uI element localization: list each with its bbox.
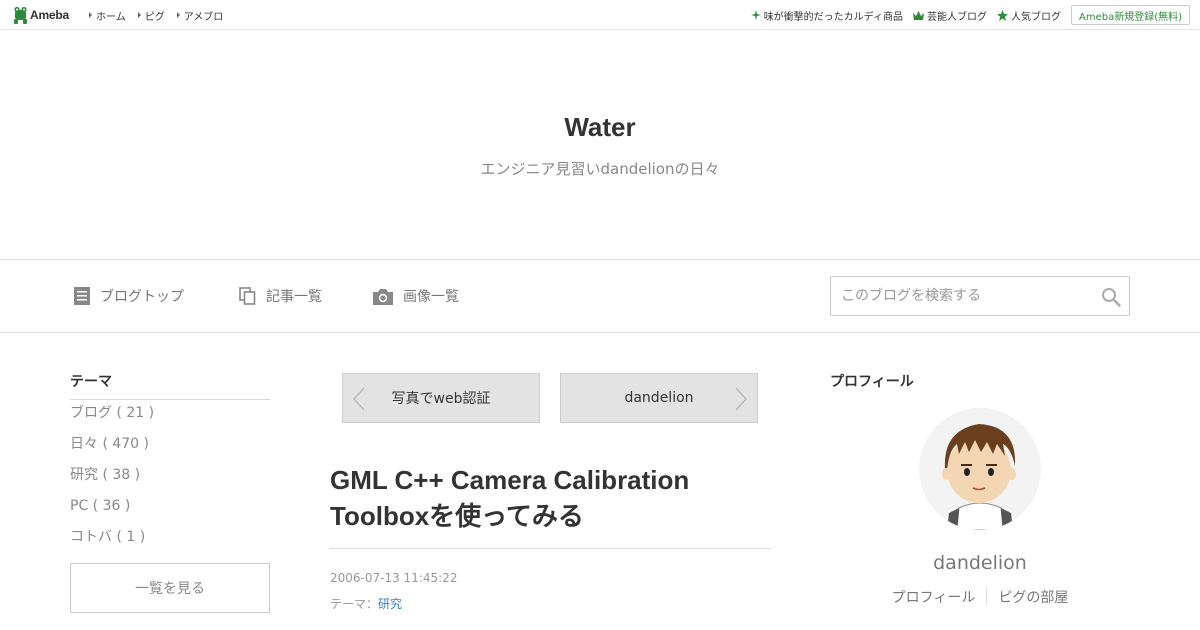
pigg-room-link[interactable]: ピグの部屋: [987, 587, 1079, 607]
chevron-left-icon: [353, 387, 365, 411]
article-theme: テーマ：研究: [330, 597, 403, 611]
featured-links: 味が衝撃的だったカルディ商品 芸能人ブログ 人気ブログ: [741, 0, 1061, 30]
theme-item[interactable]: 研究 ( 38 ): [70, 464, 270, 495]
ameba-frog-icon: [14, 6, 27, 24]
global-header: Ameba ホーム ピグ アメブロ 味が衝撃的だったカルディ商品 芸能人ブログ …: [0, 0, 1200, 30]
pigg-avatar-image: [942, 424, 1016, 530]
logo-text: Ameba: [30, 8, 70, 22]
blog-title[interactable]: Water: [0, 112, 1200, 143]
register-button[interactable]: Ameba新規登録(無料): [1070, 5, 1190, 25]
crown-icon: [913, 10, 924, 20]
nav-link-ameblo[interactable]: アメブロ: [176, 8, 223, 23]
article-list-link[interactable]: 記事一覧: [239, 260, 322, 332]
article-date: 2006-07-13 11:45:22: [330, 571, 458, 585]
prev-article-button[interactable]: 写真でweb認証: [342, 373, 540, 423]
profile-name[interactable]: dandelion: [830, 552, 1130, 574]
blog-top-link[interactable]: ブログトップ: [74, 260, 184, 332]
ameba-logo[interactable]: Ameba: [13, 6, 69, 24]
document-icon: [74, 287, 90, 305]
article-title[interactable]: GML C++ Camera Calibration Toolboxを使ってみる: [330, 462, 771, 549]
copy-icon: [239, 287, 256, 305]
avatar[interactable]: [919, 408, 1041, 530]
global-nav: ホーム ピグ アメブロ: [89, 0, 235, 30]
article-theme-link[interactable]: 研究: [378, 597, 402, 611]
triangle-right-icon: [176, 12, 180, 18]
nav-link-celebrity-blogs[interactable]: 芸能人ブログ: [913, 8, 987, 23]
sparkle-icon: [750, 10, 761, 20]
theme-list: ブログ ( 21 ) 日々 ( 470 ) 研究 ( 38 ) PC ( 36 …: [70, 402, 270, 557]
see-all-themes-button[interactable]: 一覧を見る: [70, 563, 270, 613]
theme-heading: テーマ: [70, 371, 270, 400]
nav-link-home[interactable]: ホーム: [89, 8, 126, 23]
star-icon: [997, 9, 1008, 21]
theme-item[interactable]: PC ( 36 ): [70, 495, 270, 526]
next-article-label: dandelion: [624, 390, 694, 406]
profile-heading: プロフィール: [830, 374, 914, 390]
camera-icon: [373, 288, 393, 305]
theme-item[interactable]: ブログ ( 21 ): [70, 402, 270, 433]
nav-link-kaldi[interactable]: 味が衝撃的だったカルディ商品: [750, 8, 903, 23]
blog-nav: ブログトップ 記事一覧 画像一覧: [0, 259, 1200, 333]
nav-link-pigg[interactable]: ピグ: [137, 8, 165, 23]
triangle-right-icon: [137, 12, 141, 18]
blog-description: エンジニア見習いdandelionの日々: [480, 160, 720, 178]
triangle-right-icon: [89, 12, 92, 18]
theme-item[interactable]: コトバ ( 1 ): [70, 526, 270, 557]
image-list-link[interactable]: 画像一覧: [373, 260, 459, 332]
search-input[interactable]: [831, 277, 1091, 315]
theme-item[interactable]: 日々 ( 470 ): [70, 433, 270, 464]
search-icon[interactable]: [1101, 287, 1121, 307]
profile-link[interactable]: プロフィール: [881, 587, 987, 607]
next-article-button[interactable]: dandelion: [560, 373, 758, 423]
blog-search: [830, 276, 1130, 316]
nav-link-popular-blogs[interactable]: 人気ブログ: [997, 8, 1061, 23]
prev-article-label: 写真でweb認証: [391, 391, 491, 407]
profile-links: プロフィール ピグの部屋: [830, 587, 1130, 607]
chevron-right-icon: [735, 387, 747, 411]
